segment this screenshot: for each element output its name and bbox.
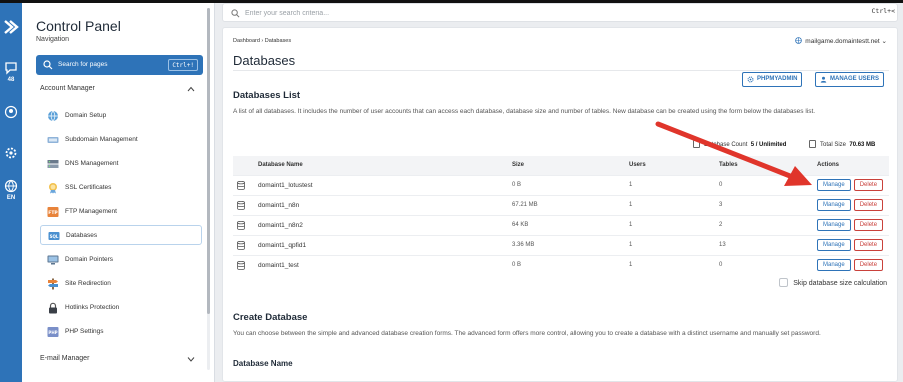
annotation-arrow-icon (655, 121, 812, 186)
